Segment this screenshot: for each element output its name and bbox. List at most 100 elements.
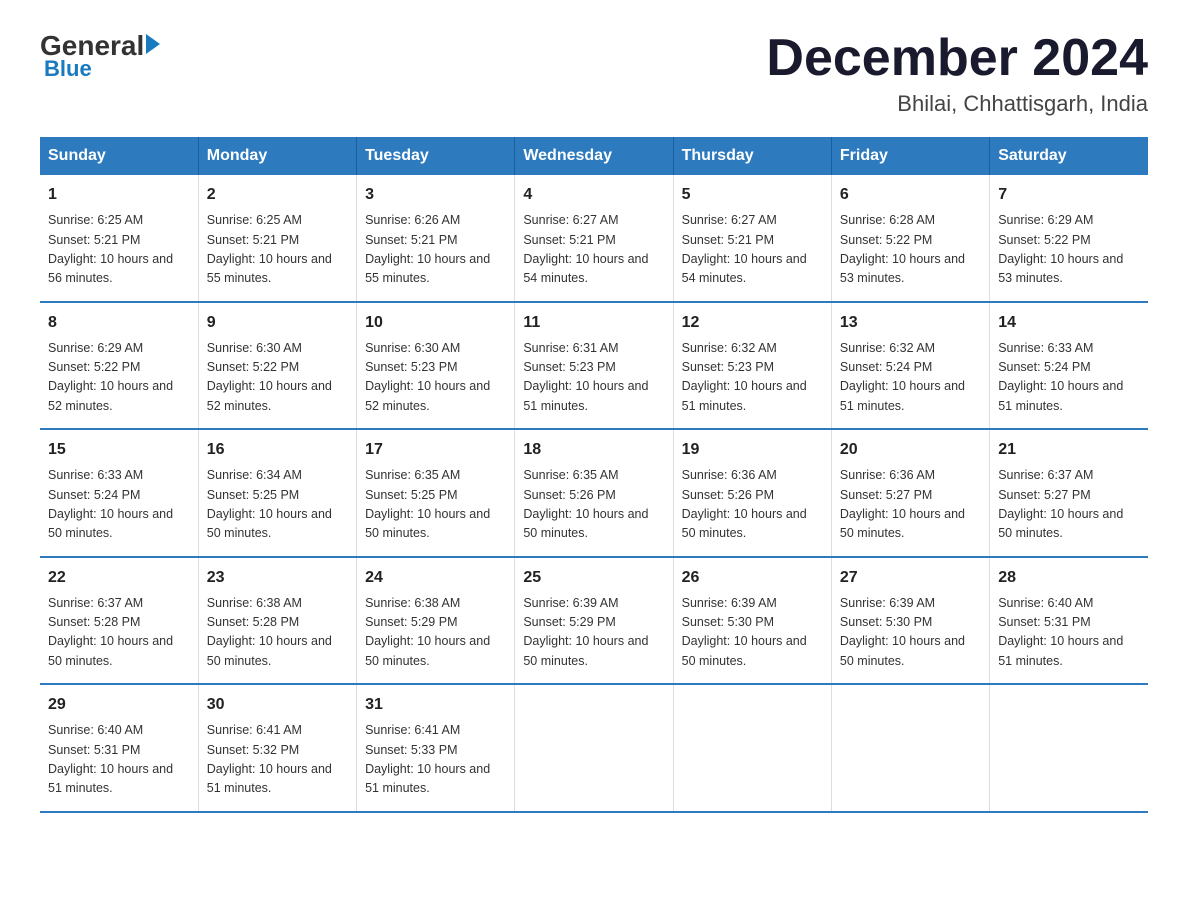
calendar-cell: 24 Sunrise: 6:38 AM Sunset: 5:29 PM Dayl… [357,557,515,685]
day-info: Sunrise: 6:26 AM Sunset: 5:21 PM Dayligh… [365,211,506,289]
calendar-cell: 12 Sunrise: 6:32 AM Sunset: 5:23 PM Dayl… [673,302,831,430]
calendar-cell: 20 Sunrise: 6:36 AM Sunset: 5:27 PM Dayl… [831,429,989,557]
day-number: 31 [365,693,506,717]
day-number: 16 [207,438,348,462]
day-number: 28 [998,566,1140,590]
calendar-week-row: 22 Sunrise: 6:37 AM Sunset: 5:28 PM Dayl… [40,557,1148,685]
day-info: Sunrise: 6:37 AM Sunset: 5:28 PM Dayligh… [48,594,190,672]
calendar-header-row: SundayMondayTuesdayWednesdayThursdayFrid… [40,137,1148,175]
day-number: 30 [207,693,348,717]
day-info: Sunrise: 6:35 AM Sunset: 5:25 PM Dayligh… [365,466,506,544]
day-info: Sunrise: 6:41 AM Sunset: 5:33 PM Dayligh… [365,721,506,799]
calendar-cell: 28 Sunrise: 6:40 AM Sunset: 5:31 PM Dayl… [990,557,1148,685]
calendar-week-row: 29 Sunrise: 6:40 AM Sunset: 5:31 PM Dayl… [40,684,1148,812]
day-number: 11 [523,311,664,335]
location-title: Bhilai, Chhattisgarh, India [766,91,1148,117]
day-info: Sunrise: 6:39 AM Sunset: 5:29 PM Dayligh… [523,594,664,672]
day-info: Sunrise: 6:29 AM Sunset: 5:22 PM Dayligh… [998,211,1140,289]
day-number: 1 [48,183,190,207]
day-info: Sunrise: 6:31 AM Sunset: 5:23 PM Dayligh… [523,339,664,417]
calendar-cell: 19 Sunrise: 6:36 AM Sunset: 5:26 PM Dayl… [673,429,831,557]
title-section: December 2024 Bhilai, Chhattisgarh, Indi… [766,30,1148,117]
day-number: 6 [840,183,981,207]
calendar-week-row: 15 Sunrise: 6:33 AM Sunset: 5:24 PM Dayl… [40,429,1148,557]
calendar-cell [673,684,831,812]
calendar-cell: 14 Sunrise: 6:33 AM Sunset: 5:24 PM Dayl… [990,302,1148,430]
day-info: Sunrise: 6:39 AM Sunset: 5:30 PM Dayligh… [840,594,981,672]
calendar-cell: 13 Sunrise: 6:32 AM Sunset: 5:24 PM Dayl… [831,302,989,430]
day-info: Sunrise: 6:33 AM Sunset: 5:24 PM Dayligh… [48,466,190,544]
calendar-cell: 25 Sunrise: 6:39 AM Sunset: 5:29 PM Dayl… [515,557,673,685]
calendar-cell: 23 Sunrise: 6:38 AM Sunset: 5:28 PM Dayl… [198,557,356,685]
day-info: Sunrise: 6:40 AM Sunset: 5:31 PM Dayligh… [998,594,1140,672]
month-title: December 2024 [766,30,1148,87]
day-number: 10 [365,311,506,335]
page-header: General Blue December 2024 Bhilai, Chhat… [40,30,1148,117]
calendar-cell [515,684,673,812]
day-number: 7 [998,183,1140,207]
day-number: 9 [207,311,348,335]
day-number: 3 [365,183,506,207]
day-info: Sunrise: 6:32 AM Sunset: 5:23 PM Dayligh… [682,339,823,417]
day-number: 8 [48,311,190,335]
day-of-week-header: Tuesday [357,137,515,175]
day-info: Sunrise: 6:40 AM Sunset: 5:31 PM Dayligh… [48,721,190,799]
day-info: Sunrise: 6:27 AM Sunset: 5:21 PM Dayligh… [682,211,823,289]
day-info: Sunrise: 6:25 AM Sunset: 5:21 PM Dayligh… [207,211,348,289]
calendar-cell: 9 Sunrise: 6:30 AM Sunset: 5:22 PM Dayli… [198,302,356,430]
day-number: 22 [48,566,190,590]
day-of-week-header: Sunday [40,137,198,175]
calendar-cell: 3 Sunrise: 6:26 AM Sunset: 5:21 PM Dayli… [357,175,515,302]
calendar-cell: 4 Sunrise: 6:27 AM Sunset: 5:21 PM Dayli… [515,175,673,302]
day-info: Sunrise: 6:27 AM Sunset: 5:21 PM Dayligh… [523,211,664,289]
calendar-cell: 7 Sunrise: 6:29 AM Sunset: 5:22 PM Dayli… [990,175,1148,302]
calendar-cell [990,684,1148,812]
day-info: Sunrise: 6:38 AM Sunset: 5:28 PM Dayligh… [207,594,348,672]
day-number: 19 [682,438,823,462]
calendar-cell: 5 Sunrise: 6:27 AM Sunset: 5:21 PM Dayli… [673,175,831,302]
calendar-cell: 6 Sunrise: 6:28 AM Sunset: 5:22 PM Dayli… [831,175,989,302]
day-number: 23 [207,566,348,590]
calendar-cell: 29 Sunrise: 6:40 AM Sunset: 5:31 PM Dayl… [40,684,198,812]
day-info: Sunrise: 6:36 AM Sunset: 5:26 PM Dayligh… [682,466,823,544]
day-number: 21 [998,438,1140,462]
day-number: 14 [998,311,1140,335]
day-number: 13 [840,311,981,335]
calendar-cell: 30 Sunrise: 6:41 AM Sunset: 5:32 PM Dayl… [198,684,356,812]
calendar-table: SundayMondayTuesdayWednesdayThursdayFrid… [40,137,1148,813]
calendar-cell: 17 Sunrise: 6:35 AM Sunset: 5:25 PM Dayl… [357,429,515,557]
day-info: Sunrise: 6:33 AM Sunset: 5:24 PM Dayligh… [998,339,1140,417]
day-number: 24 [365,566,506,590]
day-of-week-header: Friday [831,137,989,175]
calendar-cell: 15 Sunrise: 6:33 AM Sunset: 5:24 PM Dayl… [40,429,198,557]
day-info: Sunrise: 6:34 AM Sunset: 5:25 PM Dayligh… [207,466,348,544]
calendar-cell: 1 Sunrise: 6:25 AM Sunset: 5:21 PM Dayli… [40,175,198,302]
day-number: 18 [523,438,664,462]
logo: General Blue [40,30,160,82]
day-info: Sunrise: 6:28 AM Sunset: 5:22 PM Dayligh… [840,211,981,289]
calendar-cell: 18 Sunrise: 6:35 AM Sunset: 5:26 PM Dayl… [515,429,673,557]
day-number: 12 [682,311,823,335]
logo-triangle-icon [146,34,160,54]
day-number: 26 [682,566,823,590]
day-number: 4 [523,183,664,207]
day-info: Sunrise: 6:32 AM Sunset: 5:24 PM Dayligh… [840,339,981,417]
day-number: 20 [840,438,981,462]
calendar-cell: 10 Sunrise: 6:30 AM Sunset: 5:23 PM Dayl… [357,302,515,430]
calendar-cell: 16 Sunrise: 6:34 AM Sunset: 5:25 PM Dayl… [198,429,356,557]
day-of-week-header: Thursday [673,137,831,175]
day-of-week-header: Wednesday [515,137,673,175]
day-info: Sunrise: 6:35 AM Sunset: 5:26 PM Dayligh… [523,466,664,544]
calendar-cell: 31 Sunrise: 6:41 AM Sunset: 5:33 PM Dayl… [357,684,515,812]
calendar-week-row: 8 Sunrise: 6:29 AM Sunset: 5:22 PM Dayli… [40,302,1148,430]
calendar-cell: 8 Sunrise: 6:29 AM Sunset: 5:22 PM Dayli… [40,302,198,430]
calendar-cell: 21 Sunrise: 6:37 AM Sunset: 5:27 PM Dayl… [990,429,1148,557]
day-number: 29 [48,693,190,717]
day-info: Sunrise: 6:30 AM Sunset: 5:23 PM Dayligh… [365,339,506,417]
day-info: Sunrise: 6:38 AM Sunset: 5:29 PM Dayligh… [365,594,506,672]
day-info: Sunrise: 6:30 AM Sunset: 5:22 PM Dayligh… [207,339,348,417]
day-info: Sunrise: 6:36 AM Sunset: 5:27 PM Dayligh… [840,466,981,544]
day-info: Sunrise: 6:39 AM Sunset: 5:30 PM Dayligh… [682,594,823,672]
calendar-cell [831,684,989,812]
day-of-week-header: Saturday [990,137,1148,175]
